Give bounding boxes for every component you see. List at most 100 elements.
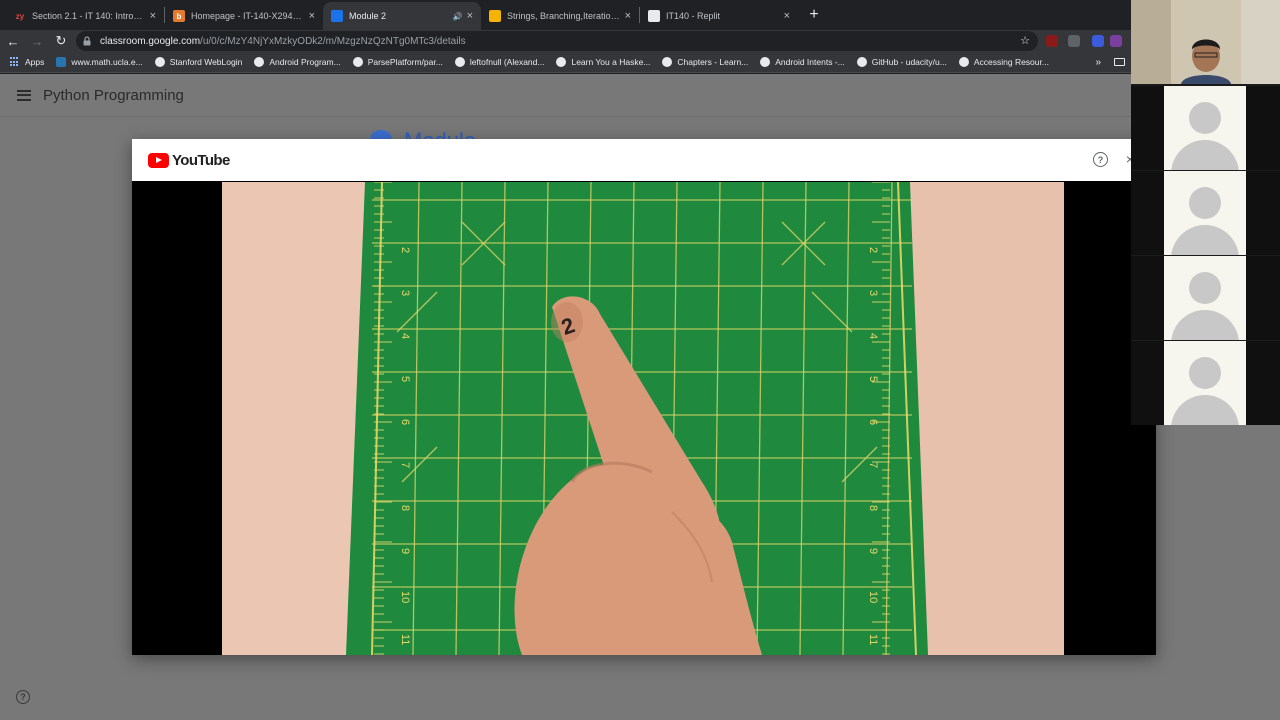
participant-tile[interactable] [1131,341,1280,425]
help-circle-icon[interactable]: ? [1093,152,1108,167]
tab-close-icon[interactable]: × [150,10,156,22]
ruler-number: 9 [399,548,411,554]
globe-icon [154,57,165,67]
ruler-number: 7 [399,462,411,468]
youtube-play-icon [148,152,169,168]
ruler-number: 5 [399,376,411,382]
bookmark-item[interactable]: Chapters - Learn... [662,57,748,67]
avatar-placeholder [1164,256,1246,340]
tab-close-icon[interactable]: × [467,10,473,22]
globe-icon [958,57,969,67]
bookmark-item[interactable]: Android Program... [254,57,341,67]
bookmarks-overflow-icon[interactable]: » [1095,57,1101,68]
ruler-number: 7 [867,462,879,468]
globe-icon [760,57,771,67]
participant-tile[interactable] [1131,171,1280,255]
classroom-header: Python Programming [0,74,1131,117]
folder-icon[interactable] [1114,58,1125,66]
globe-icon [556,57,567,67]
bookmark-item[interactable]: ParsePlatform/par... [352,57,443,67]
ruler-number: 3 [867,290,879,296]
tab-title: Section 2.1 - IT 140: Introductio [32,11,146,21]
extension-icon[interactable] [1110,35,1122,47]
tab-close-icon[interactable]: × [784,10,790,22]
help-icon[interactable]: ? [16,690,30,704]
avatar-placeholder [1164,86,1246,170]
ruler-number: 2 [867,247,879,253]
youtube-video-modal: YouTube ? × 2 2 3 3 4 4 5 5 6 6 7 7 8 8 9 9 10 10 11 11 [132,139,1156,655]
bookmark-item[interactable]: Accessing Resour... [958,57,1049,67]
url-path: /u/0/c/MzY4NjYxMzkyODk2/m/MzgzNzQzNTg0MT… [200,35,466,47]
globe-icon [254,57,265,67]
apps-grid-icon [10,57,20,67]
ruler-number: 11 [867,634,879,645]
bookmark-star-icon[interactable]: ☆ [1020,34,1030,47]
new-tab-plus-icon[interactable]: + [802,6,826,24]
tab-title: Homepage - IT-140-X2949 Int [191,11,305,21]
video-frame: 2 23 34 45 56 67 78 89 910 1011 11 2 [222,182,1064,655]
tab-close-icon[interactable]: × [309,10,315,22]
bookmark-label: Stanford WebLogin [169,57,243,67]
bookmark-label: leftofnull (Alexand... [469,57,545,67]
ruler-number: 4 [867,333,879,339]
extension-icon[interactable] [1046,35,1058,47]
hamburger-menu-icon[interactable] [17,89,31,101]
bookmark-label: Apps [25,57,45,67]
extension-icon[interactable] [1068,35,1080,47]
bookmarks-bar: Apps www.math.ucla.e... Stanford WebLogin A… [0,52,1131,73]
participant-tile[interactable] [1131,86,1280,170]
address-bar[interactable]: classroom.google.com/u/0/c/MzY4NjYxMzkyO… [76,31,1038,51]
presenter-camera [1131,0,1280,84]
bookmark-item[interactable]: www.math.ucla.e... [56,57,143,67]
video-player[interactable]: 2 2 3 3 4 4 5 5 6 6 7 7 8 8 9 9 10 10 11 11 2 [222,182,1064,655]
bookmark-label: Chapters - Learn... [677,57,749,67]
avatar-placeholder [1164,341,1246,425]
bookmark-label: Accessing Resour... [973,57,1049,67]
bookmark-item[interactable]: GitHub - udacity/u... [856,57,947,67]
browser-tab[interactable]: b Homepage - IT-140-X2949 Int × [165,2,323,30]
ucla-icon [56,57,67,67]
reload-icon[interactable]: ↻ [50,30,72,52]
tab-favicon-icon [489,10,501,22]
bookmark-label: Android Program... [269,57,341,67]
bookmark-item[interactable]: Apps [10,57,44,67]
forward-arrow-icon[interactable]: → [26,30,48,52]
browser-tab[interactable]: IT140 - Replit × [640,2,798,30]
ruler-number: 11 [399,634,411,645]
ruler-number: 6 [399,419,411,425]
tab-title: Strings, Branching,Iterations - [507,11,621,21]
course-title[interactable]: Python Programming [43,87,184,104]
ruler-number: 8 [867,505,879,511]
ruler-number: 9 [867,548,879,554]
youtube-logo[interactable]: YouTube [148,152,230,169]
bookmark-label: Learn You a Haske... [571,57,651,67]
ruler-number: 5 [867,376,879,382]
globe-icon [454,57,465,67]
avatar-placeholder [1164,171,1246,255]
browser-tab[interactable]: zy Section 2.1 - IT 140: Introductio × [6,2,164,30]
youtube-logo-text: YouTube [172,151,230,169]
back-arrow-icon[interactable]: ← [2,30,24,52]
speaker-icon[interactable]: 🔊 [453,12,463,21]
bookmark-item[interactable]: Android Intents -... [760,57,845,67]
url-host: classroom.google.com [100,35,201,47]
bookmark-item[interactable]: Learn You a Haske... [556,57,650,67]
participant-tile[interactable] [1131,256,1280,340]
browser-toolbar: ← → ↻ classroom.google.com/u/0/c/MzY4NjY… [0,30,1131,52]
ruler-number: 3 [399,290,411,296]
bookmark-label: ParsePlatform/par... [367,57,443,67]
tab-favicon-icon: b [173,10,185,22]
tab-close-icon[interactable]: × [625,10,631,22]
browser-tab[interactable]: Module 2 🔊 × [323,2,481,30]
bookmark-label: www.math.ucla.e... [71,57,143,67]
globe-icon [662,57,673,67]
github-icon [352,57,363,67]
ruler-number: 10 [867,591,879,603]
globe-icon [856,57,867,67]
extension-icon[interactable] [1092,35,1104,47]
browser-tab[interactable]: Strings, Branching,Iterations - × [481,2,639,30]
ruler-number: 4 [399,333,411,339]
tab-favicon-icon: zy [15,11,25,21]
bookmark-item[interactable]: leftofnull (Alexand... [454,57,545,67]
bookmark-item[interactable]: Stanford WebLogin [154,57,243,67]
